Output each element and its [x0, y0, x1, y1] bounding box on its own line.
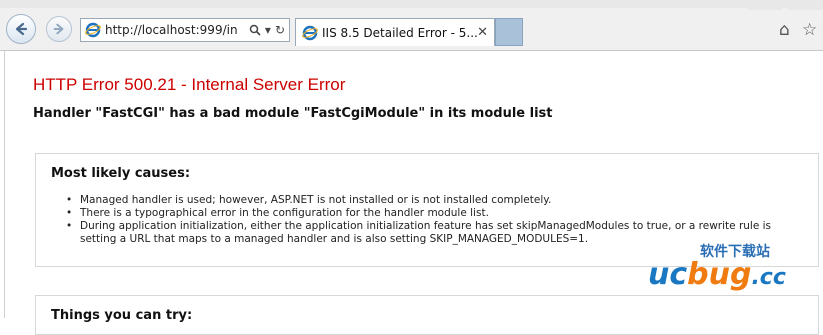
list-item: • Managed handler is used; however, ASP.N…	[66, 194, 552, 206]
browser-tab-active[interactable]: IIS 8.5 Detailed Error - 5... ✕	[295, 18, 495, 46]
dropdown-icon[interactable]: ▾	[265, 23, 271, 37]
address-input[interactable]: http://localhost:999/in	[105, 23, 249, 37]
watermark-logo: 软件下载站 ucbug.cc	[648, 240, 818, 300]
bullet-icon: •	[66, 194, 73, 206]
causes-list: • Managed handler is used; however, ASP.N…	[66, 194, 810, 246]
forward-button[interactable]	[46, 16, 72, 42]
new-tab-button[interactable]	[495, 18, 523, 46]
try-heading: Things you can try:	[51, 308, 193, 323]
causes-heading: Most likely causes:	[51, 166, 191, 181]
bullet-icon: •	[66, 207, 73, 219]
address-bar[interactable]: http://localhost:999/in ▾ ↻	[80, 18, 290, 42]
ie-logo-icon	[302, 25, 318, 40]
ie-logo-icon	[85, 22, 101, 38]
star-icon[interactable]: ☆	[802, 20, 817, 40]
list-item: • There is a typographical error in the c…	[66, 207, 489, 219]
refresh-icon[interactable]: ↻	[275, 23, 285, 37]
error-title: HTTP Error 500.21 - Internal Server Erro…	[33, 75, 346, 94]
close-window-button[interactable]	[788, 0, 822, 10]
things-to-try-panel: Things you can try:	[35, 295, 819, 335]
back-button[interactable]	[6, 14, 36, 44]
home-icon[interactable]: ⌂	[779, 20, 790, 40]
watermark-graphic: 软件下载站 ucbug.cc	[648, 243, 786, 292]
close-icon[interactable]: ✕	[477, 25, 488, 40]
minimize-button[interactable]	[748, 0, 782, 10]
bullet-icon: •	[66, 220, 73, 232]
watermark-brand: ucbug.cc	[648, 257, 786, 292]
error-subtitle: Handler "FastCGI" has a bad module "Fast…	[33, 106, 553, 121]
tab-title: IIS 8.5 Detailed Error - 5...	[322, 25, 478, 40]
back-arrow-icon	[15, 22, 28, 36]
window-titlebar	[0, 0, 823, 8]
browser-toolbar: http://localhost:999/in ▾ ↻ IIS 8.5 Deta…	[0, 0, 823, 51]
forward-arrow-icon	[53, 23, 64, 35]
search-icon[interactable]	[249, 24, 261, 36]
